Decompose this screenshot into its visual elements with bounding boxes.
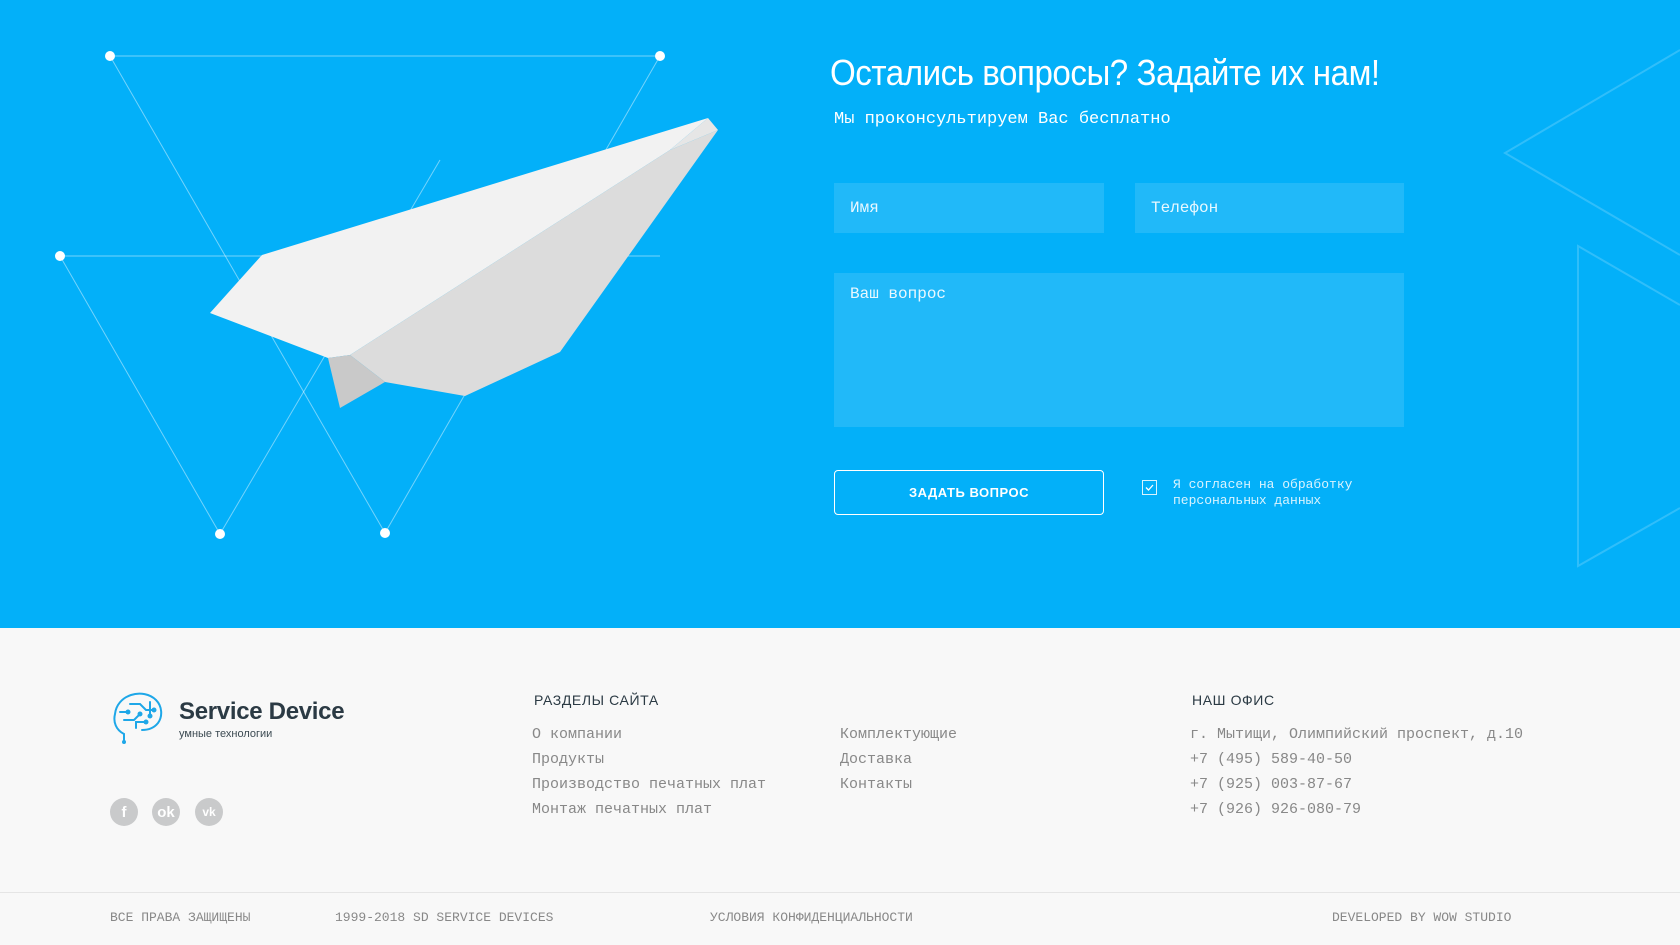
- checkmark-icon: [1145, 484, 1154, 491]
- nav-link-about[interactable]: О компании: [532, 722, 766, 747]
- copyright-years: 1999-2018 SD SERVICE DEVICES: [335, 910, 554, 925]
- logo[interactable]: Service Device умные технологии: [110, 690, 345, 744]
- sections-title: РАЗДЕЛЫ САЙТА: [534, 692, 659, 708]
- nav-link-pcb-production[interactable]: Производство печатных плат: [532, 772, 766, 797]
- question-textarea[interactable]: [834, 273, 1404, 427]
- contact-section: Остались вопросы? Задайте их нам! Мы про…: [0, 0, 1680, 628]
- nav-link-pcb-assembly[interactable]: Монтаж печатных плат: [532, 797, 766, 822]
- brand-tagline: умные технологии: [179, 728, 273, 740]
- office-title: НАШ ОФИС: [1192, 692, 1275, 708]
- consent-control[interactable]: Я согласен на обработку персональных дан…: [1142, 477, 1393, 509]
- brain-circuit-logo-icon: [113, 692, 163, 744]
- office-list: г. Мытищи, Олимпийский проспект, д.10 +7…: [1190, 722, 1523, 822]
- brand-name: Service Device: [179, 698, 345, 725]
- consent-label: Я согласен на обработку персональных дан…: [1173, 477, 1353, 508]
- vk-icon[interactable]: vk: [195, 798, 223, 826]
- form-subtitle: Мы проконсультируем Вас бесплатно: [834, 110, 1171, 129]
- sections-list-2: Комплектующие Доставка Контакты: [840, 722, 957, 797]
- form-title: Остались вопросы? Задайте их нам!: [830, 52, 1380, 93]
- nav-link-contacts[interactable]: Контакты: [840, 772, 957, 797]
- nav-link-delivery[interactable]: Доставка: [840, 747, 957, 772]
- sections-list-1: О компании Продукты Производство печатны…: [532, 722, 766, 822]
- copyright-rights: ВСЕ ПРАВА ЗАЩИЩЕНЫ: [110, 910, 251, 925]
- office-address: г. Мытищи, Олимпийский проспект, д.10: [1190, 726, 1524, 743]
- odnoklassniki-icon[interactable]: ok: [152, 798, 180, 826]
- privacy-link[interactable]: УСЛОВИЯ КОНФИДЕНЦИАЛЬНОСТИ: [710, 910, 913, 925]
- office-phone[interactable]: +7 (495) 589-40-50: [1190, 747, 1523, 772]
- name-input[interactable]: [834, 183, 1104, 233]
- office-phone[interactable]: +7 (925) 003-87-67: [1190, 772, 1523, 797]
- phone-input[interactable]: [1135, 183, 1404, 233]
- office-phone[interactable]: +7 (926) 926-080-79: [1190, 797, 1523, 822]
- bottom-bar: ВСЕ ПРАВА ЗАЩИЩЕНЫ 1999-2018 SD SERVICE …: [0, 892, 1680, 945]
- nav-link-products[interactable]: Продукты: [532, 747, 766, 772]
- facebook-icon[interactable]: f: [110, 798, 138, 826]
- nav-link-components[interactable]: Комплектующие: [840, 722, 957, 747]
- consent-checkbox[interactable]: [1142, 480, 1157, 495]
- submit-question-button[interactable]: ЗАДАТЬ ВОПРОС: [834, 470, 1104, 515]
- developer-credit-link[interactable]: DEVELOPED BY WOW STUDIO: [1332, 910, 1511, 925]
